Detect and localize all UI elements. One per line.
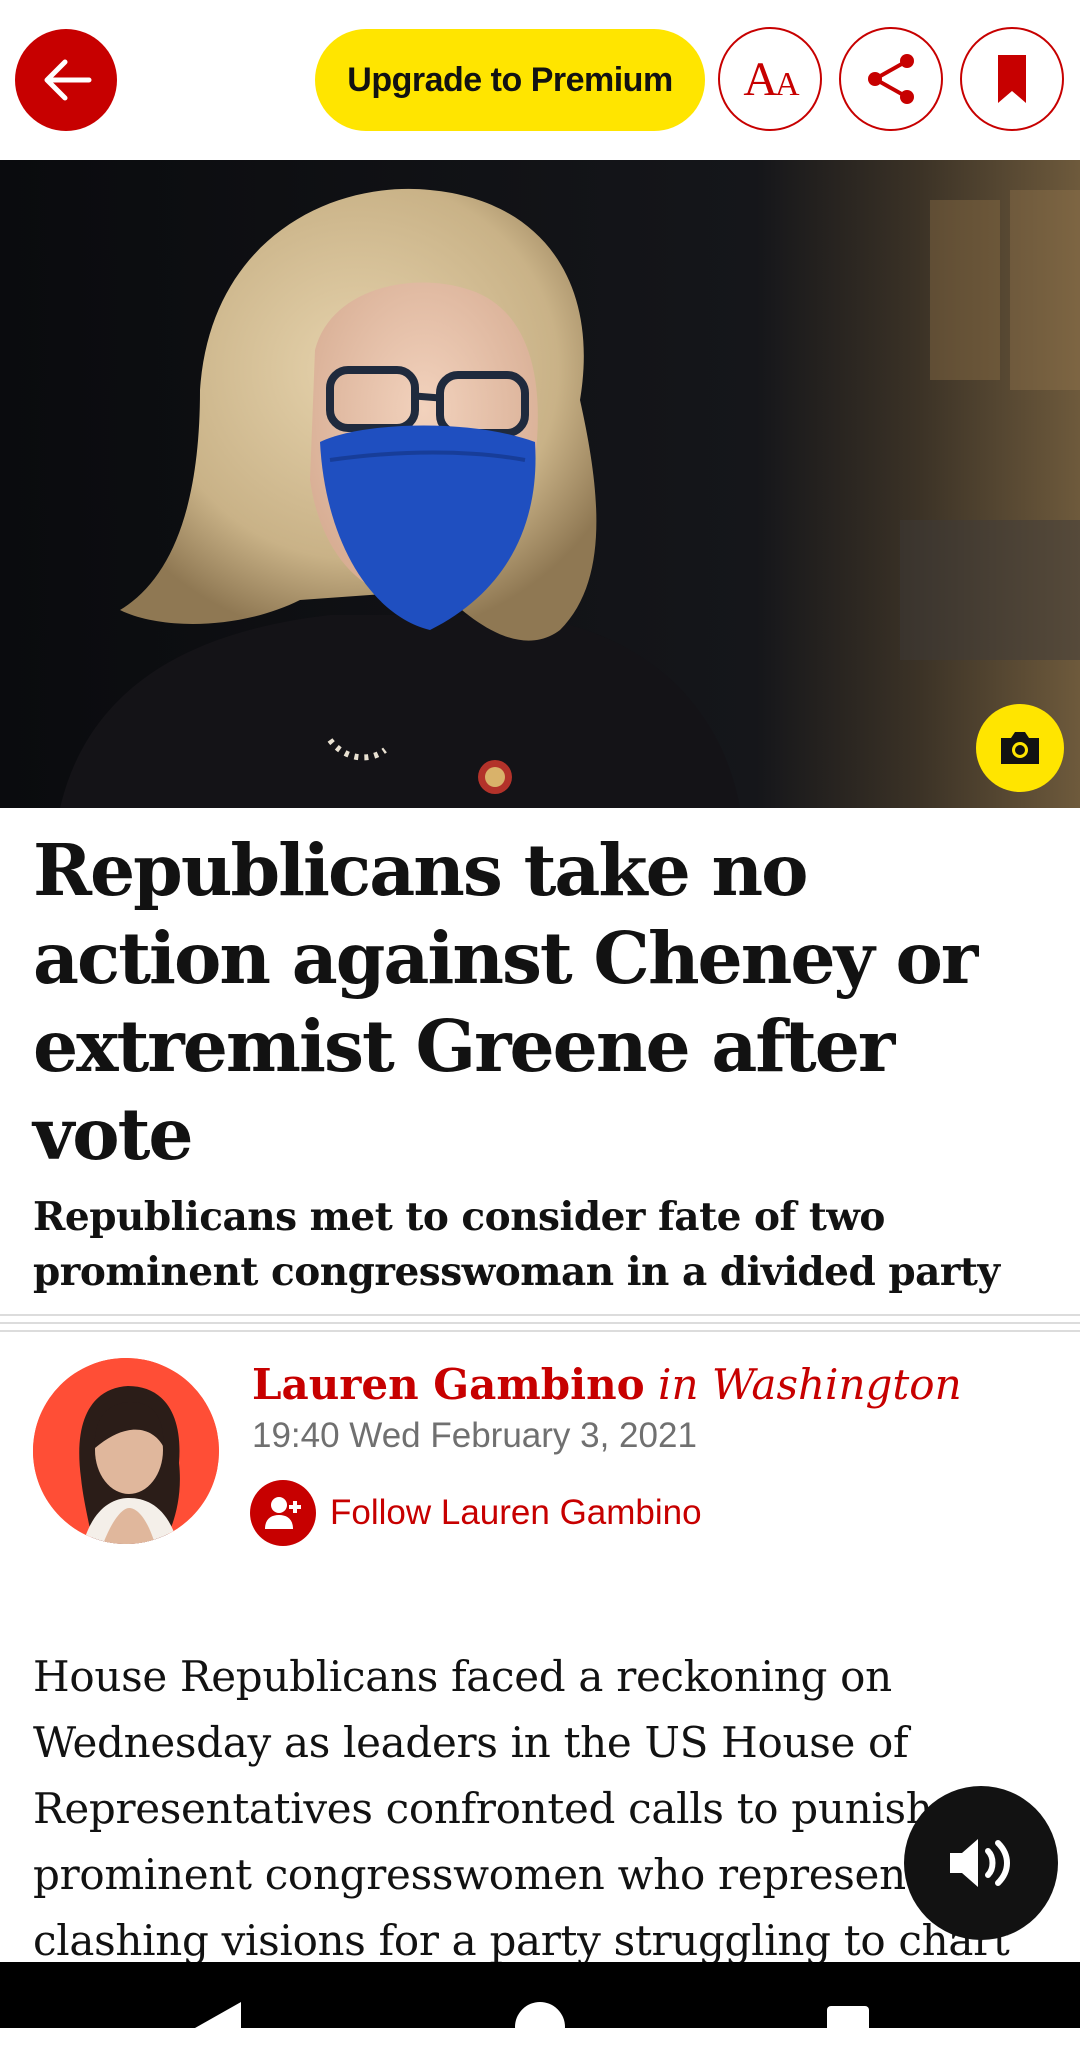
author-byline[interactable]: Lauren Gambino in Washington [252, 1360, 962, 1409]
author-portrait [33, 1358, 219, 1544]
upgrade-premium-button[interactable]: Upgrade to Premium [315, 29, 705, 131]
bookmark-button[interactable] [960, 27, 1064, 131]
follow-author-button[interactable]: Follow Lauren Gambino [250, 1480, 702, 1546]
hero-photo [0, 160, 1080, 808]
system-nav-bar [0, 1962, 1080, 2052]
font-size-icon: AA [743, 52, 800, 107]
font-glyph-large: A [743, 52, 778, 106]
speaker-icon [950, 1839, 1010, 1887]
arrow-left-icon [44, 59, 92, 101]
nav-home-icon[interactable] [515, 2002, 565, 2052]
hero-image[interactable] [0, 160, 1080, 808]
share-icon [868, 54, 914, 104]
listen-audio-button[interactable] [904, 1786, 1058, 1940]
follow-person-icon [250, 1480, 316, 1546]
font-glyph-small: A [775, 65, 800, 103]
bookmark-icon [998, 55, 1026, 103]
back-button[interactable] [15, 29, 117, 131]
follow-label: Follow Lauren Gambino [330, 1493, 702, 1532]
nav-back-icon[interactable] [195, 2002, 241, 2028]
divider-rules [0, 1314, 1080, 1338]
nav-recents-icon[interactable] [827, 2006, 869, 2048]
share-button[interactable] [839, 27, 943, 131]
top-bar: Upgrade to Premium AA [0, 0, 1080, 160]
caption-button[interactable] [976, 704, 1064, 792]
camera-icon [1001, 732, 1039, 764]
author-location: in Washington [658, 1360, 962, 1409]
font-size-button[interactable]: AA [718, 27, 822, 131]
article-headline: Republicans take no action against Chene… [33, 828, 978, 1176]
article-dateline: 19:40 Wed February 3, 2021 [252, 1416, 697, 1455]
article-standfirst: Republicans met to consider fate of two … [33, 1194, 1000, 1295]
author-avatar[interactable] [33, 1358, 219, 1544]
author-name[interactable]: Lauren Gambino [252, 1360, 645, 1409]
